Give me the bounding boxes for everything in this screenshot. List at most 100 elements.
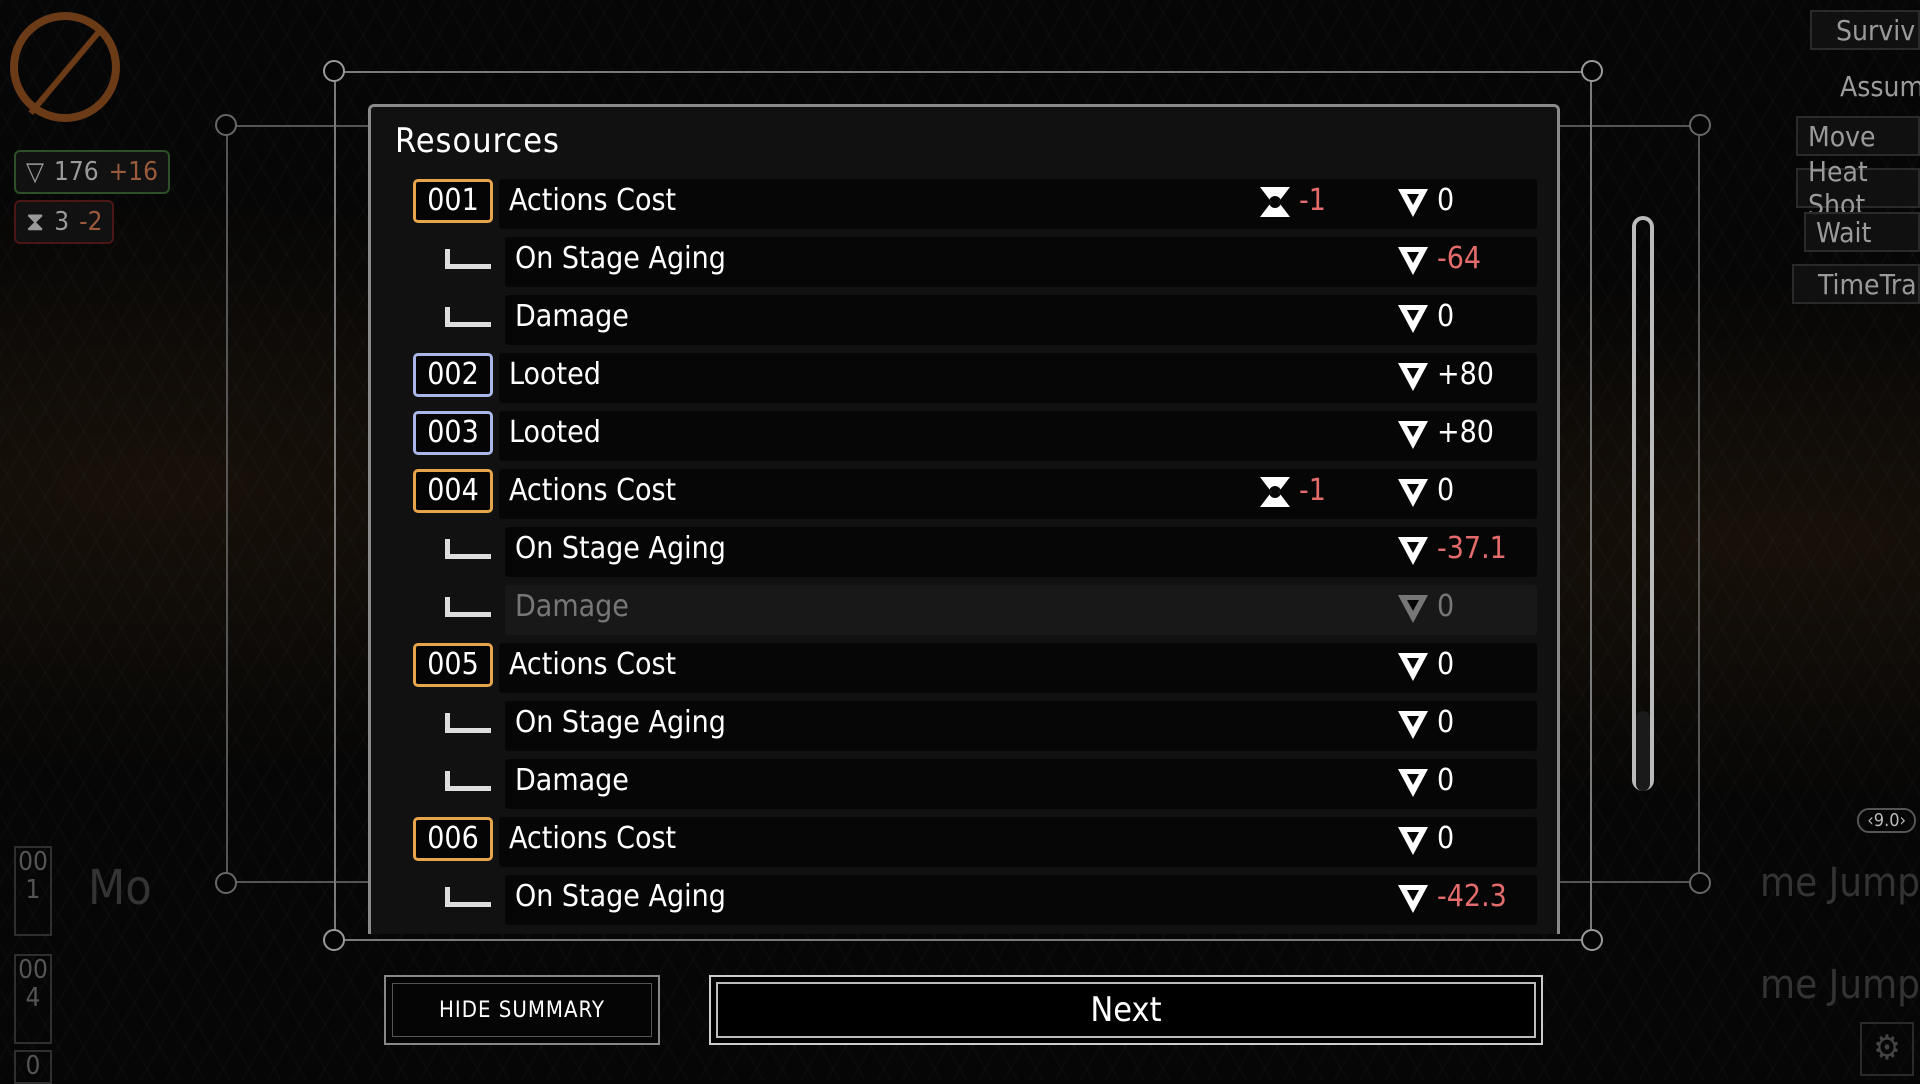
triangle-resource-icon <box>1398 305 1428 333</box>
character-ring-icon <box>10 12 120 122</box>
frame-corner <box>215 114 237 136</box>
table-row: 006 Actions Cost 0 <box>371 815 1557 867</box>
row-background <box>505 585 1537 635</box>
action-stat: ⧗ 3 -2 <box>14 200 115 244</box>
table-row: On Stage Aging -37.1 <box>371 525 1557 577</box>
branch-connector-icon <box>445 887 491 907</box>
triangle-resource-icon <box>1398 827 1428 855</box>
table-row: On Stage Aging -64 <box>371 235 1557 287</box>
row-label: Damage <box>515 589 629 624</box>
left-code-1: 001 <box>14 846 52 936</box>
scrollbar[interactable] <box>1632 216 1654 791</box>
branch-connector-icon <box>445 307 491 327</box>
row-label: On Stage Aging <box>515 705 726 740</box>
resource-value: 0 <box>1437 589 1455 624</box>
assume-button[interactable]: Assum <box>1830 66 1920 106</box>
move-button[interactable]: Move <box>1796 116 1920 156</box>
heat-shot-button[interactable]: Heat Shot <box>1796 155 1920 221</box>
resource-value: 0 <box>1437 299 1455 334</box>
step-number-badge: 002 <box>413 353 493 397</box>
row-label: Actions Cost <box>509 821 677 856</box>
resource-value: 0 <box>1437 647 1455 682</box>
branch-connector-icon <box>445 597 491 617</box>
resource-value: -37.1 <box>1437 531 1507 566</box>
row-label: On Stage Aging <box>515 241 726 276</box>
row-label: Looted <box>509 415 601 450</box>
step-number-badge: 004 <box>413 469 493 513</box>
frame-corner <box>215 872 237 894</box>
action-cost-value: -1 <box>1299 183 1326 218</box>
left-hud: ▽ 176 +16 ⧗ 3 -2 Mo 001 004 0 <box>0 0 200 1084</box>
frame-corner <box>1689 872 1711 894</box>
row-background <box>499 353 1537 403</box>
resource-value: -42.3 <box>1437 879 1507 914</box>
row-background <box>505 295 1537 345</box>
row-label: Damage <box>515 299 629 334</box>
frame-corner <box>1581 60 1603 82</box>
branch-connector-icon <box>445 249 491 269</box>
frame-corner <box>1689 114 1711 136</box>
triangle-resource-icon <box>1398 595 1428 623</box>
step-number-badge: 001 <box>413 179 493 223</box>
gear-icon[interactable]: ⚙ <box>1860 1022 1914 1076</box>
time-travel-button[interactable]: TimeTra <box>1792 264 1920 304</box>
ghost-jump-label-1: me Jump <box>1760 860 1920 906</box>
hide-summary-label: HIDE SUMMARY <box>439 997 605 1023</box>
resource-value: +80 <box>1437 415 1494 450</box>
triangle-icon: ▽ <box>26 157 44 187</box>
row-label: Looted <box>509 357 601 392</box>
branch-connector-icon <box>445 771 491 791</box>
resource-value: 0 <box>1437 763 1455 798</box>
step-number-badge: 006 <box>413 817 493 861</box>
table-row: 003 Looted +80 <box>371 409 1557 461</box>
left-code-3: 0 <box>14 1050 52 1084</box>
wait-button[interactable]: Wait <box>1804 212 1920 252</box>
triangle-resource-icon <box>1398 711 1428 739</box>
scrollbar-track-extension <box>1636 711 1650 791</box>
step-number-badge: 003 <box>413 411 493 455</box>
resources-panel: Resources 001 Actions Cost -1 0 On Stage Agi… <box>368 104 1560 934</box>
table-row: 002 Looted +80 <box>371 351 1557 403</box>
resource-value: -64 <box>1437 241 1482 276</box>
step-number-badge: 005 <box>413 643 493 687</box>
table-row: 005 Actions Cost 0 <box>371 641 1557 693</box>
hourglass-icon: ⧗ <box>26 206 45 237</box>
triangle-resource-icon <box>1398 363 1428 391</box>
resource-value: +80 <box>1437 357 1494 392</box>
resource-value: 0 <box>1437 183 1455 218</box>
row-label: Damage <box>515 763 629 798</box>
table-row: Damage 0 <box>371 757 1557 809</box>
next-button[interactable]: Next <box>709 975 1543 1045</box>
triangle-resource-icon <box>1398 769 1428 797</box>
table-row: 004 Actions Cost -1 0 <box>371 467 1557 519</box>
table-row: Damage 0 <box>371 293 1557 345</box>
triangle-resource-icon <box>1398 189 1428 217</box>
branch-connector-icon <box>445 713 491 733</box>
ghost-jump-label-2: me Jump <box>1760 962 1920 1008</box>
panel-title: Resources <box>395 121 560 161</box>
left-code-2: 004 <box>14 954 52 1044</box>
row-label: On Stage Aging <box>515 531 726 566</box>
resource-value: 0 <box>1437 473 1455 508</box>
frame-corner <box>323 929 345 951</box>
resource-value: 0 <box>1437 821 1455 856</box>
triangle-resource-icon <box>1398 537 1428 565</box>
row-label: On Stage Aging <box>515 879 726 914</box>
row-label: Actions Cost <box>509 183 677 218</box>
table-row: On Stage Aging 0 <box>371 699 1557 751</box>
row-background <box>499 411 1537 461</box>
row-label: Actions Cost <box>509 473 677 508</box>
table-row: Damage 0 <box>371 583 1557 635</box>
row-background <box>505 759 1537 809</box>
triangle-resource-icon <box>1398 653 1428 681</box>
survive-button[interactable]: Surviv <box>1810 10 1920 50</box>
hide-summary-button[interactable]: HIDE SUMMARY <box>384 975 660 1045</box>
table-row: On Stage Aging -42.3 <box>371 873 1557 925</box>
resource-stat: ▽ 176 +16 <box>14 150 170 194</box>
triangle-resource-icon <box>1398 885 1428 913</box>
ghost-move-label: Mo <box>88 860 152 916</box>
action-cost-value: -1 <box>1299 473 1326 508</box>
zoom-badge: ‹9.0› <box>1857 808 1916 833</box>
right-hud: Surviv Assum Move Heat Shot Wait TimeTra… <box>1730 0 1920 1080</box>
next-label: Next <box>1090 990 1162 1030</box>
